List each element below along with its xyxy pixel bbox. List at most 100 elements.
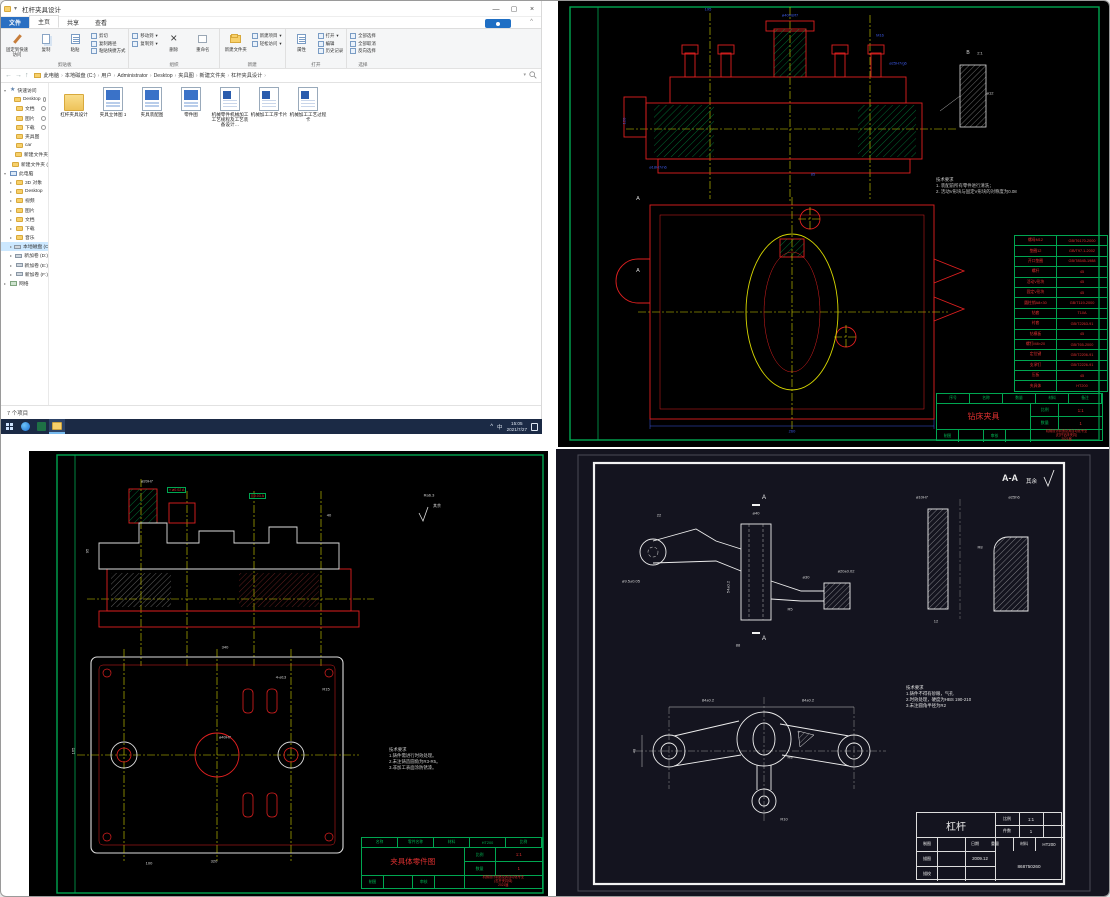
- signin-button[interactable]: [485, 19, 511, 28]
- folder-icon: [13, 97, 21, 103]
- doc-icon: [298, 87, 318, 111]
- delete-button[interactable]: × 删除: [161, 31, 187, 60]
- sidebar-item[interactable]: 文档: [1, 104, 48, 113]
- breadcrumb-segment[interactable]: 用户 ›: [101, 72, 117, 80]
- edit-button[interactable]: 编辑: [317, 40, 344, 47]
- copy-to-button[interactable]: 复制到 ▾: [132, 40, 158, 47]
- breadcrumb-segment[interactable]: Desktop ›: [154, 73, 179, 79]
- tab-view[interactable]: 查看: [87, 17, 115, 28]
- file-item[interactable]: 夹具立体图 1: [94, 87, 132, 117]
- sidebar-item[interactable]: ▸ 图片: [1, 205, 48, 214]
- part-name: 杠杆: [946, 821, 966, 833]
- rename-button[interactable]: 重命名: [190, 31, 216, 60]
- file-label: 夹具立体图 1: [99, 112, 127, 117]
- taskbar-clock[interactable]: 15:05 2021/7/27: [507, 421, 527, 432]
- sidebar-item[interactable]: ▸ Desktop: [1, 187, 48, 196]
- history-button[interactable]: 历史记录: [317, 48, 343, 54]
- drawing-name: 钻床夹具: [937, 404, 1032, 429]
- sidebar-item[interactable]: ▸ 新加卷 (D:): [1, 251, 48, 260]
- input-language-indicator[interactable]: 中: [497, 423, 503, 431]
- sidebar-item[interactable]: 新建文件夹 (2): [1, 160, 48, 169]
- sidebar-item[interactable]: ▸ 视频: [1, 196, 48, 205]
- close-button[interactable]: ×: [523, 1, 541, 17]
- search-icon[interactable]: [529, 71, 537, 79]
- address-bar[interactable]: ← → ↑ 此电脑 › 本地磁盘 (C:) › 用户 › Administrator › Des…: [1, 69, 541, 83]
- sidebar-item[interactable]: 夹具图: [1, 132, 48, 141]
- address-caret-icon[interactable]: ▾: [523, 72, 526, 78]
- breadcrumb[interactable]: 此电脑 › 本地磁盘 (C:) › 用户 › Administrator › Desktop › 夹…: [44, 72, 268, 80]
- tab-share[interactable]: 共享: [59, 17, 87, 28]
- doc-icon: [259, 87, 279, 111]
- easy-access-button[interactable]: 轻松访问 ▾: [251, 40, 282, 47]
- sidebar-item[interactable]: car: [1, 141, 48, 150]
- invert-selection-button[interactable]: 反向选择: [350, 48, 376, 54]
- detail-label: B: [966, 50, 970, 56]
- move-to-button[interactable]: 移动到 ▾: [132, 33, 158, 39]
- file-item[interactable]: 机械零件机械加工工艺规程及工艺装备设计…: [211, 87, 249, 128]
- properties-button[interactable]: 属性: [289, 31, 315, 60]
- breadcrumb-segment[interactable]: 本地磁盘 (C:) ›: [65, 72, 102, 80]
- sidebar-item[interactable]: ▸ 3D 对象: [1, 178, 48, 187]
- breadcrumb-segment[interactable]: 新建文件夹 ›: [200, 72, 232, 80]
- sidebar-network[interactable]: ▸ 网络: [1, 279, 48, 288]
- sidebar-item[interactable]: ▸ 文档: [1, 215, 48, 224]
- taskbar-explorer-button[interactable]: [49, 419, 65, 434]
- open-button[interactable]: 打开 ▾: [317, 33, 344, 39]
- file-item[interactable]: 机械加工工艺过程卡: [289, 87, 327, 122]
- cut-button[interactable]: 剪切: [91, 33, 125, 39]
- select-all-button[interactable]: 全部选择: [350, 33, 376, 39]
- notification-center-icon[interactable]: [531, 422, 538, 431]
- file-item[interactable]: 杠杆夹具设计: [55, 87, 93, 117]
- tray-caret-icon[interactable]: ^: [490, 424, 493, 430]
- cut-icon: [91, 33, 97, 39]
- taskbar-browser-button[interactable]: [17, 419, 33, 434]
- forward-icon[interactable]: →: [15, 72, 22, 79]
- sidebar-item[interactable]: 新建文件夹: [1, 150, 48, 159]
- collapse-ribbon-icon[interactable]: ^: [530, 19, 533, 25]
- new-folder-button[interactable]: 新建文件夹: [223, 31, 249, 60]
- sidebar-item[interactable]: ▸ 新加卷 (E:): [1, 261, 48, 270]
- tab-file[interactable]: 文件: [1, 17, 30, 28]
- file-list[interactable]: 杠杆夹具设计 夹具立体图 1 夹具装配图 零件图 机械零件机械加工工艺规程及工艺装备设计…: [49, 83, 541, 405]
- paste-button[interactable]: 粘贴: [62, 31, 88, 60]
- fixture-geometry: [56, 454, 544, 894]
- sidebar-item[interactable]: 图片: [1, 114, 48, 123]
- select-none-button[interactable]: 全部取消: [350, 40, 376, 47]
- sidebar-quick-access[interactable]: ▾ ★ 快速访问: [1, 86, 48, 95]
- sidebar-item[interactable]: ▸ 下载: [1, 224, 48, 233]
- copy-path-button[interactable]: 复制路径: [91, 40, 125, 47]
- group-label-clipboard: 剪贴板: [57, 62, 72, 67]
- copy-button[interactable]: 复制: [33, 31, 59, 60]
- sidebar-item[interactable]: Desktop: [1, 95, 48, 104]
- dim-label: 85: [810, 171, 816, 177]
- new-item-button[interactable]: 新建项目 ▾: [251, 33, 282, 39]
- breadcrumb-segment[interactable]: 此电脑 ›: [44, 72, 65, 80]
- tab-home[interactable]: 主页: [29, 15, 60, 28]
- paste-label: 粘贴: [70, 47, 80, 52]
- new-folder-label: 新建文件夹: [224, 47, 247, 52]
- sidebar-item[interactable]: ▸ 音乐: [1, 233, 48, 242]
- back-icon[interactable]: ←: [5, 72, 12, 79]
- breadcrumb-segment[interactable]: Administrator ›: [117, 73, 153, 79]
- minimize-button[interactable]: —: [487, 1, 505, 17]
- paste-shortcut-button[interactable]: 粘贴快捷方式: [91, 48, 125, 54]
- pin-quick-access-button[interactable]: 固定到快速访问: [4, 31, 30, 60]
- file-item[interactable]: 机械加工工序卡片: [250, 87, 288, 117]
- dim-label: 4-ø13: [275, 674, 287, 680]
- file-item[interactable]: 零件图: [172, 87, 210, 117]
- taskbar-app-button[interactable]: [33, 419, 49, 434]
- file-item[interactable]: 夹具装配图: [133, 87, 171, 117]
- breadcrumb-segment[interactable]: 夹具图 ›: [178, 72, 199, 80]
- sidebar-item[interactable]: ▸ 本地磁盘 (C:): [1, 242, 48, 252]
- quick-access-toolbar-caret-icon[interactable]: ▾: [14, 5, 17, 12]
- properties-icon: [297, 34, 307, 44]
- title-bar[interactable]: ▾ 杠杆夹具设计 — ▢ ×: [1, 1, 541, 17]
- drawing-name: 夹具体零件图: [362, 848, 465, 875]
- breadcrumb-segment[interactable]: 杠杆夹具设计 ›: [231, 72, 268, 80]
- start-button[interactable]: [1, 419, 17, 434]
- up-icon[interactable]: ↑: [25, 72, 29, 79]
- sidebar-item[interactable]: 下载: [1, 123, 48, 132]
- maximize-button[interactable]: ▢: [505, 1, 523, 17]
- sidebar-this-pc[interactable]: ▾ 此电脑: [1, 169, 48, 178]
- sidebar-item[interactable]: ▸ 新加卷 (F:): [1, 270, 48, 279]
